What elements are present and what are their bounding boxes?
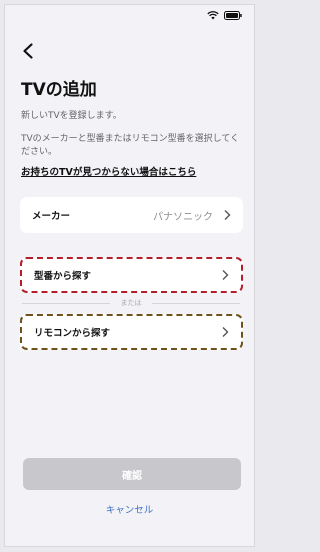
search-by-remote-label: リモコンから探す [34, 328, 111, 339]
maker-value: パナソニック [153, 211, 213, 223]
chevron-left-icon[interactable] [19, 41, 39, 61]
phone-screen: TVの追加 新しいTVを登録します。 TVのメーカーと型番またはリモコン型番を選… [4, 4, 255, 547]
maker-label: メーカー [32, 211, 71, 222]
divider-line-right [152, 303, 240, 304]
tv-not-found-link[interactable]: お持ちのTVが見つからない場合はこちら [21, 164, 196, 178]
page-title: TVの追加 [21, 80, 97, 100]
or-divider: または [22, 298, 240, 308]
chevron-right-icon [222, 270, 229, 280]
search-by-remote-button[interactable]: リモコンから探す [20, 314, 243, 350]
status-bar [207, 11, 242, 20]
search-by-model-button[interactable]: 型番から探す [20, 257, 243, 293]
search-by-model-label: 型番から探す [34, 271, 92, 282]
instruction-text: TVのメーカーと型番またはリモコン型番を選択してください。 [21, 134, 240, 157]
description-text: 新しいTVを登録します。 [21, 111, 122, 121]
divider-line-left [22, 303, 110, 304]
chevron-right-icon [224, 210, 231, 220]
maker-select-row[interactable]: メーカー パナソニック [20, 197, 243, 233]
cancel-link[interactable]: キャンセル [5, 502, 254, 516]
wifi-icon [207, 11, 219, 20]
confirm-button[interactable]: 確認 [23, 458, 241, 490]
chevron-right-icon [222, 327, 229, 337]
battery-icon [224, 11, 242, 20]
divider-text: または [120, 299, 142, 307]
